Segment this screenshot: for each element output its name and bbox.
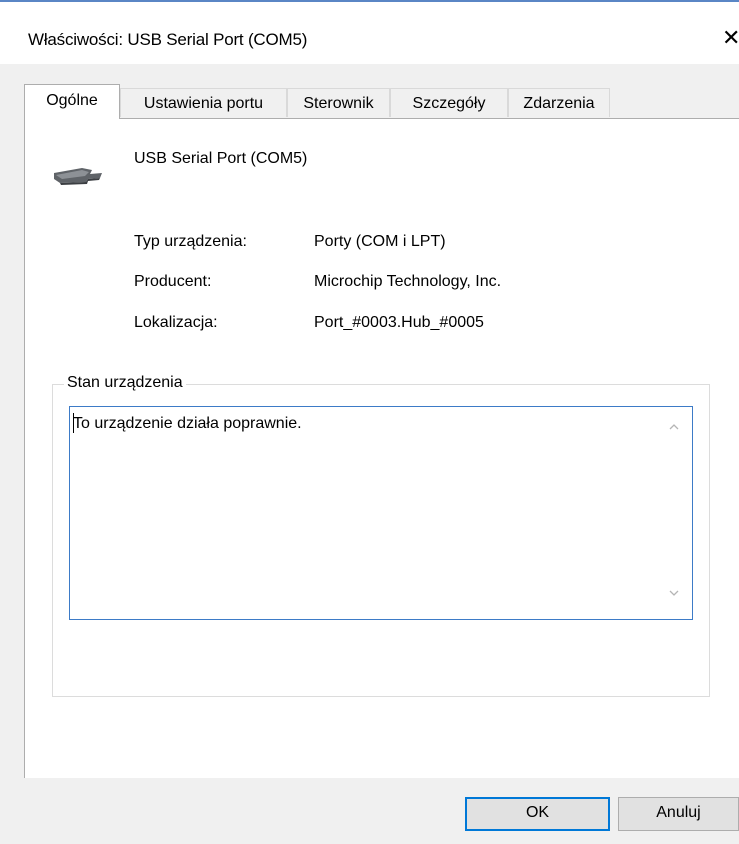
tab-events[interactable]: Zdarzenia bbox=[508, 88, 610, 117]
device-name: USB Serial Port (COM5) bbox=[134, 150, 308, 167]
close-icon[interactable]: ✕ bbox=[722, 25, 739, 51]
scroll-up-icon[interactable] bbox=[668, 421, 680, 433]
scroll-down-icon[interactable] bbox=[668, 587, 680, 599]
manufacturer-value: Microchip Technology, Inc. bbox=[314, 273, 502, 290]
title-bar[interactable]: Właściwości: USB Serial Port (COM5) ✕ bbox=[0, 2, 739, 64]
tab-general[interactable]: Ogólne bbox=[24, 84, 120, 119]
device-status-text: To urządzenie działa poprawnie. bbox=[73, 415, 302, 432]
tab-port-settings[interactable]: Ustawienia portu bbox=[120, 88, 287, 117]
tab-details[interactable]: Szczegóły bbox=[390, 88, 508, 117]
device-type-value: Porty (COM i LPT) bbox=[314, 233, 446, 250]
location-label: Lokalizacja: bbox=[134, 314, 218, 331]
manufacturer-label: Producent: bbox=[134, 273, 212, 290]
location-value: Port_#0003.Hub_#0005 bbox=[314, 314, 484, 331]
tab-driver[interactable]: Sterownik bbox=[287, 88, 390, 117]
window-title: Właściwości: USB Serial Port (COM5) bbox=[28, 30, 308, 49]
ok-button[interactable]: OK bbox=[465, 797, 610, 831]
serial-port-connector-icon bbox=[54, 168, 102, 185]
device-status-group-label: Stan urządzenia bbox=[64, 374, 186, 392]
cancel-button[interactable]: Anuluj bbox=[618, 797, 739, 831]
device-type-label: Typ urządzenia: bbox=[134, 233, 247, 250]
device-status-textbox[interactable]: To urządzenie działa poprawnie. bbox=[69, 406, 693, 620]
